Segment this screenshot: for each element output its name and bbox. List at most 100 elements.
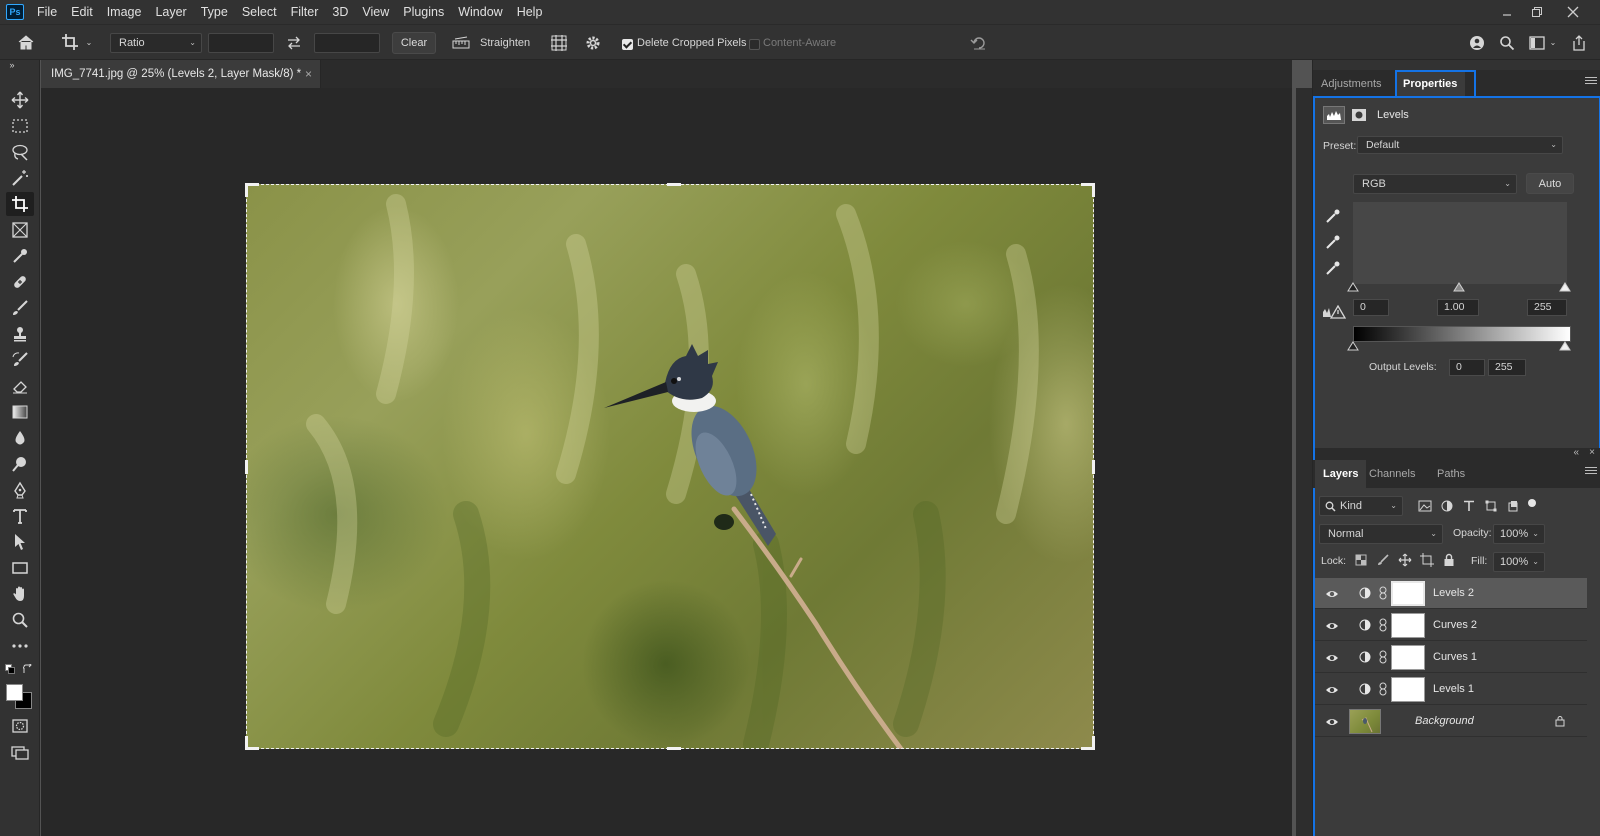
menu-plugins[interactable]: Plugins xyxy=(396,0,451,24)
menu-3d[interactable]: 3D xyxy=(325,0,355,24)
gray-point-eyedropper-icon[interactable] xyxy=(1323,232,1343,252)
crop-handle-bottom-left[interactable] xyxy=(245,736,259,750)
mask-icon[interactable] xyxy=(1349,106,1369,124)
layer-row-curves-1[interactable]: Curves 1 xyxy=(1315,642,1587,673)
layer-mask-thumbnail[interactable] xyxy=(1391,645,1425,670)
filter-adjustment-icon[interactable] xyxy=(1439,498,1455,514)
lasso-tool-icon[interactable] xyxy=(6,140,34,164)
minimize-icon[interactable] xyxy=(1490,0,1524,24)
menu-window[interactable]: Window xyxy=(451,0,509,24)
lock-pixels-icon[interactable] xyxy=(1375,552,1391,568)
rectangle-tool-icon[interactable] xyxy=(6,556,34,580)
share-icon[interactable] xyxy=(1568,32,1590,54)
vertical-scrollbar[interactable] xyxy=(1296,88,1312,836)
clear-button[interactable]: Clear xyxy=(392,32,436,54)
blur-tool-icon[interactable] xyxy=(6,426,34,450)
history-brush-icon[interactable] xyxy=(6,348,34,372)
home-icon[interactable] xyxy=(16,32,36,52)
chevron-down-icon[interactable]: ⌄ xyxy=(84,36,94,48)
eye-icon[interactable] xyxy=(1325,651,1339,665)
straighten-label[interactable]: Straighten xyxy=(480,33,530,53)
tab-layers[interactable]: Layers xyxy=(1315,460,1367,488)
layer-mask-thumbnail[interactable] xyxy=(1391,677,1425,702)
straighten-icon[interactable] xyxy=(450,33,472,53)
input-sliders[interactable] xyxy=(1347,282,1573,292)
chevron-down-icon[interactable]: ⌄ xyxy=(1548,36,1558,48)
layer-row-levels-2[interactable]: Levels 2 xyxy=(1315,578,1587,609)
delete-cropped-checkbox[interactable] xyxy=(622,39,633,50)
healing-brush-icon[interactable] xyxy=(6,270,34,294)
filter-pixel-icon[interactable] xyxy=(1417,498,1433,514)
preset-dropdown[interactable]: Default ⌄ xyxy=(1357,136,1563,154)
eye-icon[interactable] xyxy=(1325,683,1339,697)
input-gamma-field[interactable]: 1.00 xyxy=(1437,299,1479,316)
ratio-dropdown[interactable]: Ratio ⌄ xyxy=(110,33,202,53)
pen-tool-icon[interactable] xyxy=(6,478,34,502)
crop-handle-top[interactable] xyxy=(667,183,681,186)
gear-icon[interactable] xyxy=(582,32,604,54)
link-icon[interactable] xyxy=(1379,650,1387,664)
hand-tool-icon[interactable] xyxy=(6,582,34,606)
panel-menu-icon[interactable] xyxy=(1585,77,1597,89)
learn-icon[interactable] xyxy=(1466,32,1488,54)
frame-tool-icon[interactable] xyxy=(6,218,34,242)
output-white-field[interactable]: 255 xyxy=(1488,359,1526,376)
lock-icon[interactable] xyxy=(1555,715,1567,729)
swap-icon[interactable] xyxy=(284,33,304,53)
menu-image[interactable]: Image xyxy=(100,0,149,24)
clipping-warning-icon[interactable] xyxy=(1321,304,1347,320)
link-icon[interactable] xyxy=(1379,618,1387,632)
output-sliders[interactable] xyxy=(1347,341,1573,351)
search-icon[interactable] xyxy=(1496,32,1518,54)
content-aware-label[interactable]: Content-Aware xyxy=(763,33,836,53)
menu-file[interactable]: File xyxy=(30,0,64,24)
auto-button[interactable]: Auto xyxy=(1526,173,1574,194)
filter-smart-object-icon[interactable] xyxy=(1505,498,1521,514)
delete-cropped-label[interactable]: Delete Cropped Pixels xyxy=(637,33,746,53)
crop-handle-top-right[interactable] xyxy=(1081,183,1095,197)
type-tool-icon[interactable] xyxy=(6,504,34,528)
crop-handle-top-left[interactable] xyxy=(245,183,259,197)
tab-paths[interactable]: Paths xyxy=(1429,460,1473,488)
foreground-color-swatch[interactable] xyxy=(6,684,23,701)
menu-type[interactable]: Type xyxy=(194,0,235,24)
menu-edit[interactable]: Edit xyxy=(64,0,100,24)
layer-mask-thumbnail[interactable] xyxy=(1391,581,1425,606)
quick-mask-icon[interactable] xyxy=(6,714,34,738)
ratio-width-input[interactable] xyxy=(208,33,274,53)
black-point-eyedropper-icon[interactable] xyxy=(1323,206,1343,226)
filter-toggle-icon[interactable] xyxy=(1525,496,1539,510)
overlay-grid-icon[interactable] xyxy=(548,32,570,54)
input-white-field[interactable]: 255 xyxy=(1527,299,1567,316)
channel-dropdown[interactable]: RGB ⌄ xyxy=(1353,174,1517,194)
crop-handle-left[interactable] xyxy=(245,460,248,474)
eye-icon[interactable] xyxy=(1325,715,1339,729)
reset-icon[interactable] xyxy=(968,32,990,54)
eyedropper-icon[interactable] xyxy=(6,244,34,268)
ratio-height-input[interactable] xyxy=(314,33,380,53)
crop-handle-bottom-right[interactable] xyxy=(1081,736,1095,750)
workspace-icon[interactable] xyxy=(1526,32,1548,54)
swap-colors-icon[interactable] xyxy=(22,664,34,674)
eye-icon[interactable] xyxy=(1325,587,1339,601)
dodge-tool-icon[interactable] xyxy=(6,452,34,476)
magic-wand-icon[interactable] xyxy=(6,166,34,190)
default-colors-icon[interactable] xyxy=(4,664,16,674)
fill-field[interactable]: 100% ⌄ xyxy=(1493,552,1545,572)
move-tool-icon[interactable] xyxy=(6,88,34,112)
filter-shape-icon[interactable] xyxy=(1483,498,1499,514)
lock-position-icon[interactable] xyxy=(1397,552,1413,568)
clone-stamp-icon[interactable] xyxy=(6,322,34,346)
crop-handle-bottom[interactable] xyxy=(667,747,681,750)
levels-adjustment-icon[interactable] xyxy=(1323,106,1345,124)
brush-tool-icon[interactable] xyxy=(6,296,34,320)
menu-layer[interactable]: Layer xyxy=(148,0,193,24)
zoom-tool-icon[interactable] xyxy=(6,608,34,632)
crop-tool-icon[interactable] xyxy=(6,192,34,216)
document-tab[interactable]: IMG_7741.jpg @ 25% (Levels 2, Layer Mask… xyxy=(41,60,321,88)
crop-handle-right[interactable] xyxy=(1092,460,1095,474)
output-black-field[interactable]: 0 xyxy=(1449,359,1485,376)
marquee-tool-icon[interactable] xyxy=(6,114,34,138)
expand-panel-icon[interactable]: » xyxy=(6,60,18,70)
menu-filter[interactable]: Filter xyxy=(284,0,326,24)
